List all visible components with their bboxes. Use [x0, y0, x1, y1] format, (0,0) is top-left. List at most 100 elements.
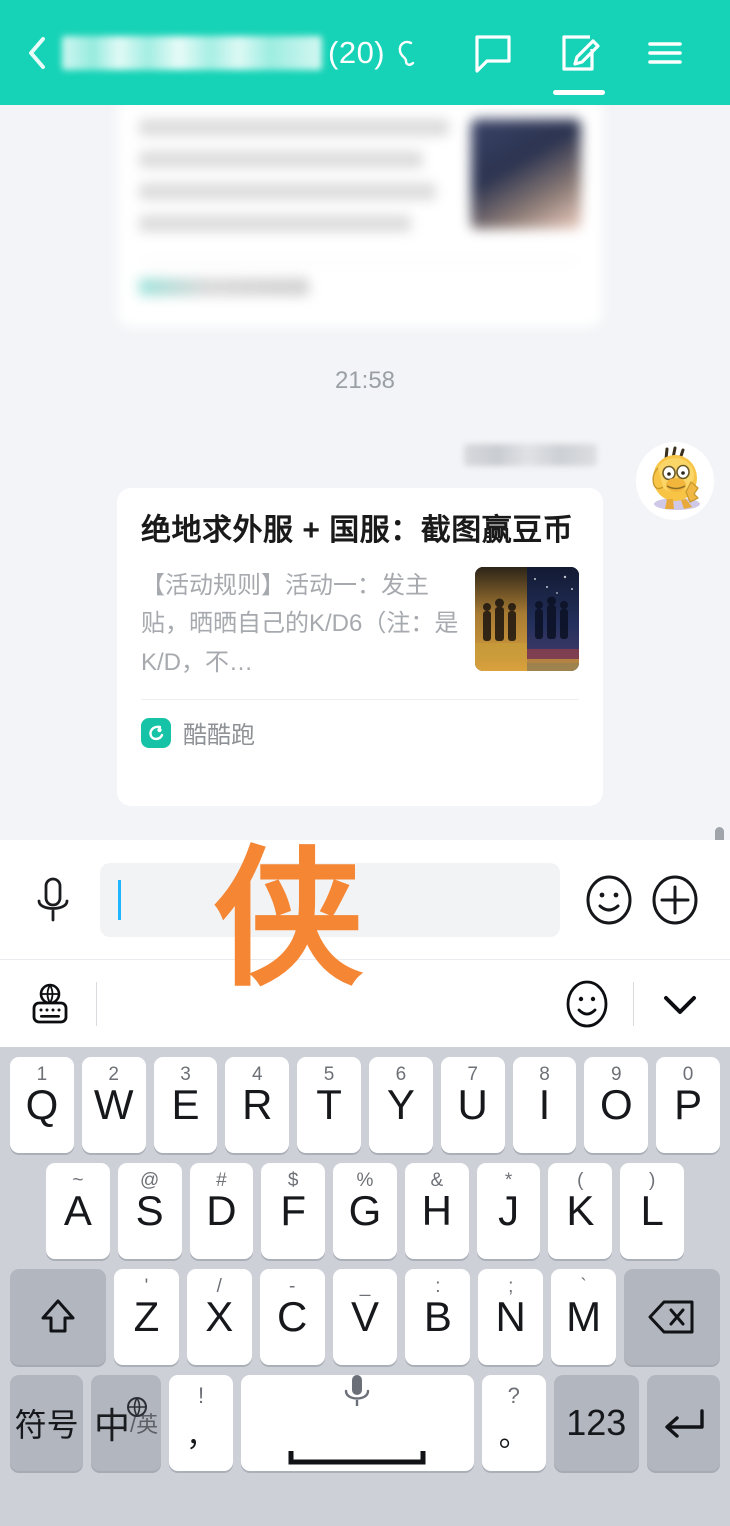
key-label: G — [348, 1187, 382, 1234]
enter-return-icon[interactable] — [646, 1375, 720, 1471]
scrollbar-thumb[interactable] — [715, 827, 724, 840]
link-card-source[interactable]: 酷酷跑 — [141, 700, 579, 750]
key-g[interactable]: % G — [333, 1163, 397, 1259]
header-title-group[interactable]: (20) — [62, 35, 450, 71]
microphone-icon[interactable] — [22, 869, 84, 931]
language-toggle-key[interactable]: 中 /英 — [91, 1375, 161, 1471]
key-label: U — [457, 1081, 488, 1128]
blurred-thumbnail — [471, 119, 581, 229]
comma-key[interactable]: ! ， — [168, 1375, 234, 1471]
member-count: (20) — [328, 34, 386, 70]
key-label: V — [351, 1293, 380, 1340]
key-sup: 5 — [323, 1064, 335, 1085]
blurred-source-row — [139, 278, 309, 296]
period-key[interactable]: ? 。 — [481, 1375, 546, 1471]
keyboard-row-3: ' Z / X -C _ V :B ; N ` M — [6, 1269, 724, 1365]
key-sup: 2 — [108, 1064, 119, 1085]
back-arrow-icon[interactable] — [26, 36, 48, 70]
key-w[interactable]: 2W — [81, 1057, 146, 1153]
key-sup: @ — [140, 1170, 160, 1191]
numeric-key[interactable]: 123 — [553, 1375, 639, 1471]
link-preview-card[interactable]: 绝地求外服 + 国服：截图赢豆币 【活动规则】活动一：发主贴，晒晒自己的K/D6… — [117, 488, 603, 806]
key-sup: ! — [198, 1383, 205, 1408]
key-q[interactable]: 1Q — [10, 1057, 74, 1153]
key-r[interactable]: 4R — [225, 1057, 290, 1153]
divider — [143, 261, 577, 262]
key-label: M — [566, 1293, 602, 1340]
key-label: F — [280, 1187, 307, 1234]
key-j[interactable]: * J — [476, 1163, 541, 1259]
key-sup: _ — [359, 1276, 371, 1297]
link-card-source-name: 酷酷跑 — [183, 722, 255, 750]
key-t[interactable]: 5T — [297, 1057, 361, 1153]
key-label: R — [242, 1081, 273, 1128]
key-b[interactable]: :B — [405, 1269, 471, 1365]
backspace-icon[interactable] — [624, 1269, 721, 1365]
ear-listen-icon[interactable] — [393, 38, 419, 68]
key-sup: % — [356, 1170, 374, 1191]
key-sup: - — [288, 1276, 296, 1297]
key-d[interactable]: # D — [189, 1163, 254, 1259]
space-key[interactable] — [241, 1375, 474, 1471]
key-sup: : — [435, 1276, 441, 1297]
link-card-description: 【活动规则】活动一：发主贴，晒晒自己的K/D6（注：是K/D，不… — [141, 571, 459, 677]
emoji-smiley-icon[interactable] — [576, 867, 642, 933]
key-sup: 8 — [539, 1064, 550, 1085]
key-sup: ` — [580, 1276, 587, 1297]
key-o[interactable]: 9O — [584, 1057, 649, 1153]
psyduck-avatar[interactable] — [636, 442, 714, 520]
key-u[interactable]: 7U — [440, 1057, 505, 1153]
key-f[interactable]: $ F — [261, 1163, 326, 1259]
key-l[interactable]: ) L — [620, 1163, 685, 1259]
key-z[interactable]: ' Z — [114, 1269, 179, 1365]
blurred-text-line — [139, 183, 437, 200]
key-label: S — [135, 1187, 164, 1234]
key-k[interactable]: (K — [548, 1163, 613, 1259]
key-c[interactable]: -C — [259, 1269, 325, 1365]
key-h[interactable]: & H — [404, 1163, 469, 1259]
menu-icon[interactable] — [622, 0, 708, 105]
key-s[interactable]: @ S — [117, 1163, 182, 1259]
blurred-text-line — [139, 215, 411, 232]
plus-circle-icon[interactable] — [642, 867, 708, 933]
emoji-smiley-icon[interactable] — [559, 976, 615, 1032]
key-p[interactable]: 0P — [656, 1057, 720, 1153]
key-sup: 1 — [36, 1064, 48, 1085]
message-input-field[interactable] — [100, 862, 560, 937]
key-sup: 3 — [180, 1064, 191, 1085]
key-label: Z — [133, 1293, 160, 1340]
key-x[interactable]: / X — [186, 1269, 252, 1365]
chevron-down-icon[interactable] — [652, 976, 708, 1032]
key-label: ， — [186, 1420, 217, 1453]
blurred-text-line — [139, 151, 424, 168]
key-a[interactable]: ~ A — [45, 1163, 110, 1259]
microphone-icon — [340, 1371, 374, 1419]
key-sup: $ — [287, 1170, 299, 1191]
key-label: I — [538, 1081, 551, 1128]
key-n[interactable]: ; N — [478, 1269, 544, 1365]
shift-up-arrow-icon[interactable] — [10, 1269, 106, 1365]
key-label: A — [63, 1187, 92, 1234]
globe-icon — [125, 1381, 149, 1429]
key-label: B — [423, 1293, 452, 1340]
message-timestamp: 21:58 — [334, 367, 396, 394]
key-label: O — [599, 1081, 633, 1128]
keyboard-row-2: ~ A @ S # D $ F % G & H * J (K ) L — [6, 1163, 724, 1259]
key-label: 符号 — [14, 1407, 79, 1443]
key-label: Q — [25, 1081, 59, 1128]
key-m[interactable]: ` M — [551, 1269, 617, 1365]
key-i[interactable]: 8I — [512, 1057, 577, 1153]
chat-message-list[interactable]: 21:58 绝地求外服 + 国服：截图赢豆币 【活动规则】活动一：发主贴，晒晒自… — [0, 105, 730, 840]
key-sup: ' — [144, 1276, 149, 1297]
compose-icon[interactable] — [536, 0, 622, 105]
key-y[interactable]: 6Y — [369, 1057, 433, 1153]
symbol-key[interactable]: 符号 — [10, 1375, 84, 1471]
chat-bubble-icon[interactable] — [450, 0, 536, 105]
key-e[interactable]: 3E — [153, 1057, 218, 1153]
key-sup: / — [216, 1276, 222, 1297]
onscreen-keyboard: 1Q 2W 3E 4R 5T 6Y 7U 8I 9O 0P ~ A @ S # D $… — [0, 1047, 730, 1526]
blurred-message-card[interactable] — [117, 105, 603, 327]
key-v[interactable]: _ V — [332, 1269, 398, 1365]
globe-keyboard-icon[interactable] — [22, 976, 78, 1032]
key-sup: 7 — [467, 1064, 478, 1085]
